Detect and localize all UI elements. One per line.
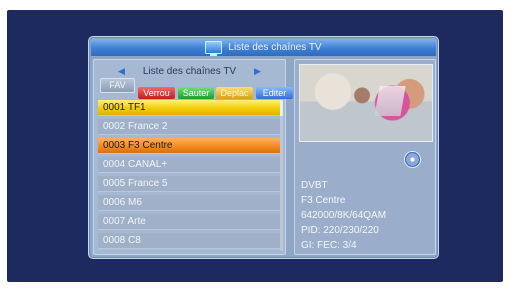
fav-tab[interactable]: FAV [100,78,135,93]
channel-list-window: Liste des chaînes TV ◀ Liste des chaînes… [88,36,439,259]
channel-row-0007[interactable]: 0007 Arte [98,214,282,230]
edit-button[interactable]: Editer [256,87,293,99]
frequency-info: 642000/8K/64QAM [301,210,387,221]
channel-details: DVBT F3 Centre 642000/8K/64QAM PID: 220/… [301,178,431,253]
pid-info: PID: 220/230/220 [301,225,379,236]
left-arrow-icon[interactable]: ◀ [114,66,130,77]
signal-icon [404,151,421,168]
window-title: Liste des chaînes TV [228,42,322,53]
move-button[interactable]: Deplac [216,87,253,99]
channel-info-panel: DVBT F3 Centre 642000/8K/64QAM PID: 220/… [294,59,436,255]
list-title: Liste des chaînes TV [142,65,237,77]
window-titlebar: Liste des chaînes TV [91,39,436,56]
scrollbar[interactable] [280,100,283,251]
channel-row-0002[interactable]: 0002 France 2 [98,119,282,135]
channel-name: F3 Centre [301,195,346,206]
channel-row-0008[interactable]: 0008 C8 [98,233,282,249]
lock-button[interactable]: Verrou [138,87,175,99]
channel-row-0004[interactable]: 0004 CANAL+ [98,157,282,173]
channel-row-0006[interactable]: 0006 M6 [98,195,282,211]
broadcast-type: DVBT [301,180,328,191]
scroll-thumb[interactable] [280,100,283,116]
video-preview [299,64,433,142]
list-navigation: ◀ Liste des chaînes TV ▶ [94,64,285,78]
gi-fec-info: GI: FEC: 3/4 [301,240,357,251]
channel-row-0001[interactable]: 0001 TF1 [98,100,282,116]
channel-row-0005[interactable]: 0005 France 5 [98,176,282,192]
skip-button[interactable]: Sauter [178,87,214,99]
right-arrow-icon[interactable]: ▶ [250,66,266,77]
channel-row-0003[interactable]: 0003 F3 Centre [98,138,282,154]
tv-icon [205,41,223,56]
channel-list: 0001 TF1 0002 France 2 0003 F3 Centre 00… [98,100,282,252]
channel-panel: ◀ Liste des chaînes TV ▶ FAV Verrou Saut… [93,59,293,255]
